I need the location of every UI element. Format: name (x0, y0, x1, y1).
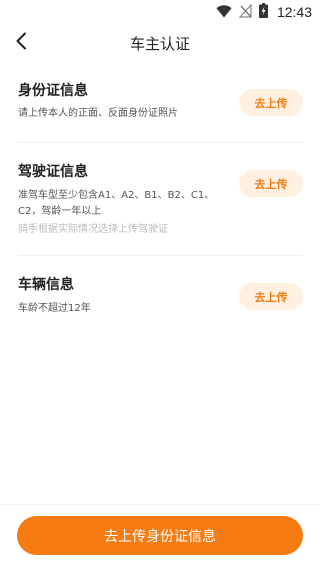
divider (18, 142, 303, 143)
upload-id-card-button[interactable]: 去上传 (239, 89, 303, 116)
section-hint: 骑手根据实际情况选择上传驾驶证 (18, 224, 168, 235)
page-title: 车主认证 (129, 35, 190, 53)
section-description: 车龄不超过12年 (18, 303, 91, 314)
divider (18, 255, 303, 256)
status-bar: 12:43 (0, 0, 320, 24)
section-id-card: 身份证信息 请上传本人的正面、反面身份证照片 去上传 (18, 82, 303, 122)
section-vehicle: 车辆信息 车龄不超过12年 去上传 (18, 276, 303, 317)
section-driver-license: 驾驶证信息 准驾车型至少包含A1、A2、B1、B2、C1、C2，驾龄一年以上 骑… (18, 163, 303, 238)
upload-id-info-button[interactable]: 去上传身份证信息 (17, 516, 303, 555)
section-description: 准驾车型至少包含A1、A2、B1、B2、C1、C2，驾龄一年以上 (18, 190, 215, 217)
wifi-icon (216, 3, 232, 22)
section-description: 请上传本人的正面、反面身份证照片 (18, 108, 178, 119)
battery-charging-icon (258, 2, 268, 22)
upload-driver-license-button[interactable]: 去上传 (239, 170, 303, 197)
status-icons: 12:43 (216, 2, 312, 22)
status-time: 12:43 (276, 4, 312, 20)
nav-bar: 车主认证 (0, 24, 320, 62)
upload-vehicle-button[interactable]: 去上传 (239, 283, 303, 310)
bottom-action-bar: 去上传身份证信息 (0, 504, 320, 568)
no-signal-icon (238, 2, 252, 22)
